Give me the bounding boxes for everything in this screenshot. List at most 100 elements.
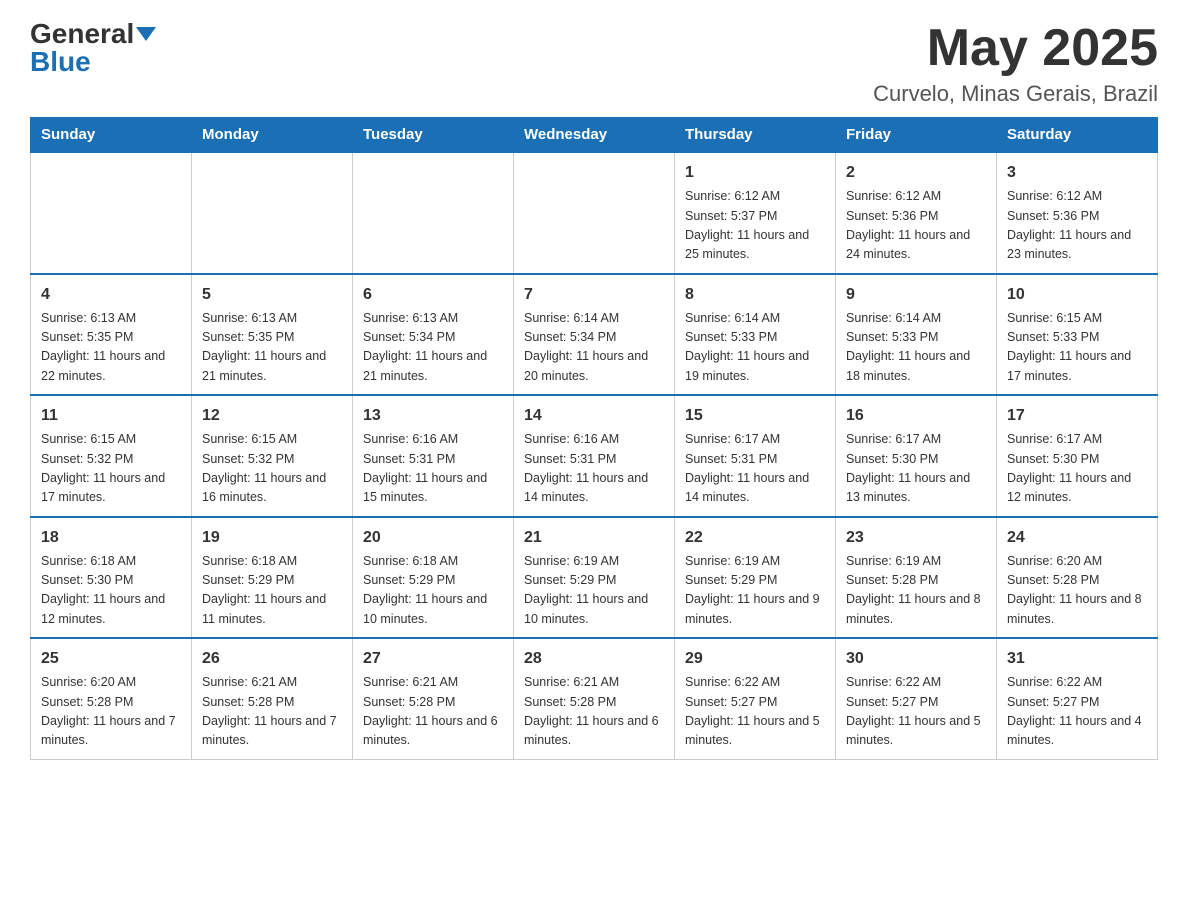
day-info: Sunrise: 6:13 AM Sunset: 5:35 PM Dayligh… bbox=[202, 309, 342, 387]
calendar-day-cell: 4Sunrise: 6:13 AM Sunset: 5:35 PM Daylig… bbox=[31, 274, 192, 396]
day-number: 10 bbox=[1007, 283, 1147, 307]
day-number: 27 bbox=[363, 647, 503, 671]
day-number: 20 bbox=[363, 526, 503, 550]
calendar-day-header: Saturday bbox=[997, 118, 1158, 153]
day-number: 2 bbox=[846, 161, 986, 185]
calendar-day-cell: 19Sunrise: 6:18 AM Sunset: 5:29 PM Dayli… bbox=[192, 517, 353, 639]
day-number: 5 bbox=[202, 283, 342, 307]
calendar-day-header: Tuesday bbox=[353, 118, 514, 153]
calendar-day-cell: 1Sunrise: 6:12 AM Sunset: 5:37 PM Daylig… bbox=[675, 152, 836, 274]
day-number: 8 bbox=[685, 283, 825, 307]
day-info: Sunrise: 6:17 AM Sunset: 5:30 PM Dayligh… bbox=[1007, 430, 1147, 508]
day-info: Sunrise: 6:21 AM Sunset: 5:28 PM Dayligh… bbox=[202, 673, 342, 751]
day-info: Sunrise: 6:14 AM Sunset: 5:33 PM Dayligh… bbox=[846, 309, 986, 387]
calendar-day-header: Thursday bbox=[675, 118, 836, 153]
day-info: Sunrise: 6:22 AM Sunset: 5:27 PM Dayligh… bbox=[846, 673, 986, 751]
day-number: 26 bbox=[202, 647, 342, 671]
day-info: Sunrise: 6:16 AM Sunset: 5:31 PM Dayligh… bbox=[363, 430, 503, 508]
day-number: 3 bbox=[1007, 161, 1147, 185]
logo-triangle-icon bbox=[136, 27, 156, 41]
calendar-day-cell: 13Sunrise: 6:16 AM Sunset: 5:31 PM Dayli… bbox=[353, 395, 514, 517]
calendar-day-cell: 6Sunrise: 6:13 AM Sunset: 5:34 PM Daylig… bbox=[353, 274, 514, 396]
day-number: 18 bbox=[41, 526, 181, 550]
calendar-week-row: 11 Sunrise: 6:15 AM Sunset: 5:32 PM Dayli… bbox=[31, 395, 1158, 517]
day-number: 6 bbox=[363, 283, 503, 307]
day-info: Sunrise: 6:15 AM Sunset: 5:32 PM Dayligh… bbox=[202, 430, 342, 508]
day-number: 12 bbox=[202, 404, 342, 428]
calendar-day-cell: 27Sunrise: 6:21 AM Sunset: 5:28 PM Dayli… bbox=[353, 638, 514, 759]
day-info: Sunrise: 6:19 AM Sunset: 5:28 PM Dayligh… bbox=[846, 552, 986, 630]
logo: General Blue bbox=[30, 20, 156, 76]
day-info: Sunrise: 6:20 AM Sunset: 5:28 PM Dayligh… bbox=[1007, 552, 1147, 630]
calendar-day-cell: 24Sunrise: 6:20 AM Sunset: 5:28 PM Dayli… bbox=[997, 517, 1158, 639]
day-info: Sunrise: 6:14 AM Sunset: 5:33 PM Dayligh… bbox=[685, 309, 825, 387]
day-number: 11 bbox=[41, 404, 181, 428]
day-info: Sunrise: 6:20 AM Sunset: 5:28 PM Dayligh… bbox=[41, 673, 181, 751]
day-number: 14 bbox=[524, 404, 664, 428]
day-number: 30 bbox=[846, 647, 986, 671]
day-number: 7 bbox=[524, 283, 664, 307]
calendar-day-header: Monday bbox=[192, 118, 353, 153]
logo-general-text: General bbox=[30, 20, 134, 48]
calendar-day-cell: 26Sunrise: 6:21 AM Sunset: 5:28 PM Dayli… bbox=[192, 638, 353, 759]
day-number: 9 bbox=[846, 283, 986, 307]
month-year-title: May 2025 bbox=[873, 20, 1158, 77]
calendar-day-cell: 29Sunrise: 6:22 AM Sunset: 5:27 PM Dayli… bbox=[675, 638, 836, 759]
day-number: 22 bbox=[685, 526, 825, 550]
page-header: General Blue May 2025 Curvelo, Minas Ger… bbox=[30, 20, 1158, 107]
day-info: Sunrise: 6:22 AM Sunset: 5:27 PM Dayligh… bbox=[1007, 673, 1147, 751]
calendar-day-cell: 3Sunrise: 6:12 AM Sunset: 5:36 PM Daylig… bbox=[997, 152, 1158, 274]
calendar-day-cell: 10Sunrise: 6:15 AM Sunset: 5:33 PM Dayli… bbox=[997, 274, 1158, 396]
calendar-day-cell bbox=[514, 152, 675, 274]
calendar-day-cell bbox=[192, 152, 353, 274]
day-number: 17 bbox=[1007, 404, 1147, 428]
day-info: Sunrise: 6:18 AM Sunset: 5:29 PM Dayligh… bbox=[363, 552, 503, 630]
calendar-day-cell: 9Sunrise: 6:14 AM Sunset: 5:33 PM Daylig… bbox=[836, 274, 997, 396]
day-number: 25 bbox=[41, 647, 181, 671]
calendar-day-header: Wednesday bbox=[514, 118, 675, 153]
calendar-day-cell: 2Sunrise: 6:12 AM Sunset: 5:36 PM Daylig… bbox=[836, 152, 997, 274]
day-info: Sunrise: 6:12 AM Sunset: 5:36 PM Dayligh… bbox=[846, 187, 986, 265]
day-info: Sunrise: 6:14 AM Sunset: 5:34 PM Dayligh… bbox=[524, 309, 664, 387]
calendar-week-row: 1Sunrise: 6:12 AM Sunset: 5:37 PM Daylig… bbox=[31, 152, 1158, 274]
day-info: Sunrise: 6:19 AM Sunset: 5:29 PM Dayligh… bbox=[524, 552, 664, 630]
day-info: Sunrise: 6:21 AM Sunset: 5:28 PM Dayligh… bbox=[363, 673, 503, 751]
calendar-table: SundayMondayTuesdayWednesdayThursdayFrid… bbox=[30, 117, 1158, 760]
calendar-day-cell: 18Sunrise: 6:18 AM Sunset: 5:30 PM Dayli… bbox=[31, 517, 192, 639]
day-number: 16 bbox=[846, 404, 986, 428]
calendar-day-cell: 22Sunrise: 6:19 AM Sunset: 5:29 PM Dayli… bbox=[675, 517, 836, 639]
day-number: 23 bbox=[846, 526, 986, 550]
calendar-day-header: Sunday bbox=[31, 118, 192, 153]
calendar-day-cell: 17Sunrise: 6:17 AM Sunset: 5:30 PM Dayli… bbox=[997, 395, 1158, 517]
calendar-day-cell: 14Sunrise: 6:16 AM Sunset: 5:31 PM Dayli… bbox=[514, 395, 675, 517]
location-subtitle: Curvelo, Minas Gerais, Brazil bbox=[873, 81, 1158, 107]
day-number: 19 bbox=[202, 526, 342, 550]
day-info: Sunrise: 6:21 AM Sunset: 5:28 PM Dayligh… bbox=[524, 673, 664, 751]
day-info: Sunrise: 6:19 AM Sunset: 5:29 PM Dayligh… bbox=[685, 552, 825, 630]
calendar-header-row: SundayMondayTuesdayWednesdayThursdayFrid… bbox=[31, 118, 1158, 153]
calendar-day-cell: 8Sunrise: 6:14 AM Sunset: 5:33 PM Daylig… bbox=[675, 274, 836, 396]
calendar-day-cell bbox=[31, 152, 192, 274]
calendar-day-cell: 30Sunrise: 6:22 AM Sunset: 5:27 PM Dayli… bbox=[836, 638, 997, 759]
day-number: 28 bbox=[524, 647, 664, 671]
day-info: Sunrise: 6:22 AM Sunset: 5:27 PM Dayligh… bbox=[685, 673, 825, 751]
day-info: Sunrise: 6:12 AM Sunset: 5:36 PM Dayligh… bbox=[1007, 187, 1147, 265]
calendar-day-cell: 31Sunrise: 6:22 AM Sunset: 5:27 PM Dayli… bbox=[997, 638, 1158, 759]
day-number: 13 bbox=[363, 404, 503, 428]
day-number: 24 bbox=[1007, 526, 1147, 550]
calendar-day-cell: 12Sunrise: 6:15 AM Sunset: 5:32 PM Dayli… bbox=[192, 395, 353, 517]
day-info: Sunrise: 6:12 AM Sunset: 5:37 PM Dayligh… bbox=[685, 187, 825, 265]
calendar-day-cell: 20Sunrise: 6:18 AM Sunset: 5:29 PM Dayli… bbox=[353, 517, 514, 639]
calendar-day-cell: 11Sunrise: 6:15 AM Sunset: 5:32 PM Dayli… bbox=[31, 395, 192, 517]
calendar-day-cell: 7Sunrise: 6:14 AM Sunset: 5:34 PM Daylig… bbox=[514, 274, 675, 396]
logo-blue-text: Blue bbox=[30, 48, 91, 76]
calendar-day-cell bbox=[353, 152, 514, 274]
calendar-day-cell: 5Sunrise: 6:13 AM Sunset: 5:35 PM Daylig… bbox=[192, 274, 353, 396]
day-info: Sunrise: 6:18 AM Sunset: 5:30 PM Dayligh… bbox=[41, 552, 181, 630]
day-info: Sunrise: 6:18 AM Sunset: 5:29 PM Dayligh… bbox=[202, 552, 342, 630]
day-info: Sunrise: 6:13 AM Sunset: 5:34 PM Dayligh… bbox=[363, 309, 503, 387]
calendar-week-row: 25Sunrise: 6:20 AM Sunset: 5:28 PM Dayli… bbox=[31, 638, 1158, 759]
calendar-day-cell: 28Sunrise: 6:21 AM Sunset: 5:28 PM Dayli… bbox=[514, 638, 675, 759]
day-info: Sunrise: 6:13 AM Sunset: 5:35 PM Dayligh… bbox=[41, 309, 181, 387]
day-info: Sunrise: 6:17 AM Sunset: 5:30 PM Dayligh… bbox=[846, 430, 986, 508]
